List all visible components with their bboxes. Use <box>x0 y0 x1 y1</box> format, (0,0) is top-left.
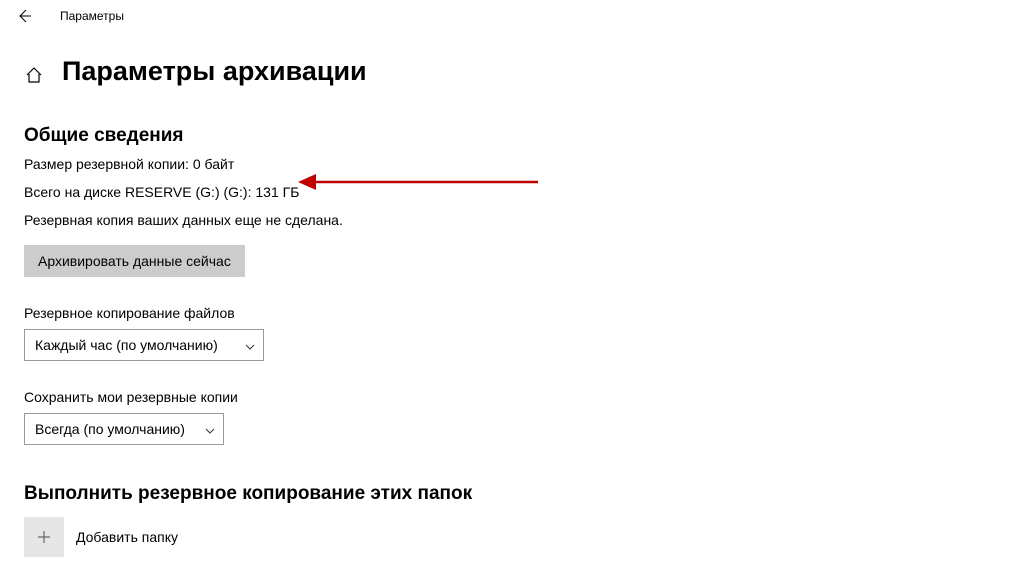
folders-heading: Выполнить резервное копирование этих пап… <box>24 483 1000 505</box>
page-title: Параметры архивации <box>62 56 367 87</box>
titlebar-title: Параметры <box>60 9 124 23</box>
home-icon <box>25 66 43 84</box>
add-folder-icon-box <box>24 517 64 557</box>
schedule-select[interactable]: Каждый час (по умолчанию) <box>24 329 264 361</box>
back-arrow-icon <box>16 8 32 24</box>
chevron-down-icon <box>205 421 215 437</box>
backup-now-button[interactable]: Архивировать данные сейчас <box>24 245 245 277</box>
back-button[interactable] <box>8 0 40 32</box>
retention-select[interactable]: Всегда (по умолчанию) <box>24 413 224 445</box>
page-header: Параметры архивации <box>24 56 1000 87</box>
disk-total-text: Всего на диске RESERVE (G:) (G:): 131 ГБ <box>24 181 1000 203</box>
add-folder-label: Добавить папку <box>76 529 178 545</box>
backup-status-text: Резервная копия ваших данных еще не сдел… <box>24 209 1000 231</box>
chevron-down-icon <box>245 337 255 353</box>
home-button[interactable] <box>24 65 44 85</box>
add-folder-button[interactable]: Добавить папку <box>24 517 1000 557</box>
schedule-value: Каждый час (по умолчанию) <box>35 337 218 353</box>
backup-size-text: Размер резервной копии: 0 байт <box>24 153 1000 175</box>
plus-icon <box>36 529 52 545</box>
schedule-label: Резервное копирование файлов <box>24 305 1000 321</box>
retention-value: Всегда (по умолчанию) <box>35 421 185 437</box>
titlebar: Параметры <box>0 0 1024 32</box>
overview-heading: Общие сведения <box>24 125 1000 147</box>
retention-label: Сохранить мои резервные копии <box>24 389 1000 405</box>
content-area: Параметры архивации Общие сведения Разме… <box>0 32 1024 557</box>
